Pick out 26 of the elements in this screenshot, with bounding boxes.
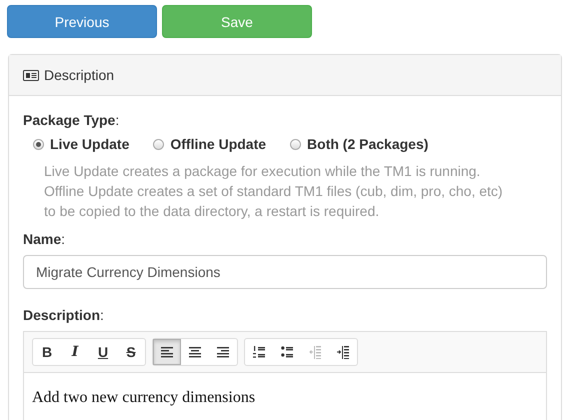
package-type-radio[interactable]: Live Update (33, 136, 130, 152)
italic-button[interactable]: I (61, 339, 89, 365)
align-center-icon (189, 345, 201, 359)
package-type-radio[interactable]: Both (2 Packages) (290, 136, 428, 152)
bold-button[interactable]: B (33, 339, 61, 365)
panel-title: Description (44, 67, 114, 83)
ordered-list-icon (253, 345, 265, 359)
help-text-line: Live Update creates a package for execution while the TM1 is running. (44, 162, 482, 181)
name-label: Name: (23, 231, 66, 247)
description-label: Description: (23, 307, 105, 323)
align-right-icon (217, 345, 229, 359)
outdent-icon (309, 345, 321, 359)
package-type-label: Package Type: (23, 112, 120, 128)
help-text-line: Offline Update creates a set of standard TM1 files (cub, dim, pro, cho, etc) (44, 182, 504, 201)
bullet-list-icon (281, 345, 293, 359)
underline-button[interactable]: U (89, 339, 117, 365)
help-text-line: to be copied to the data directory, a restart is required. (44, 202, 380, 221)
previous-button[interactable]: Previous (7, 5, 157, 38)
editor-content[interactable]: Add two new currency dimensions (24, 373, 546, 420)
indent-icon (337, 345, 349, 359)
align-left-button[interactable] (153, 339, 181, 365)
align-left-icon (161, 345, 173, 359)
strike-button[interactable]: S (117, 339, 145, 365)
package-type-radio[interactable]: Offline Update (153, 136, 266, 152)
newspaper-icon (23, 70, 39, 80)
name-field[interactable]: Migrate Currency Dimensions (23, 255, 547, 289)
